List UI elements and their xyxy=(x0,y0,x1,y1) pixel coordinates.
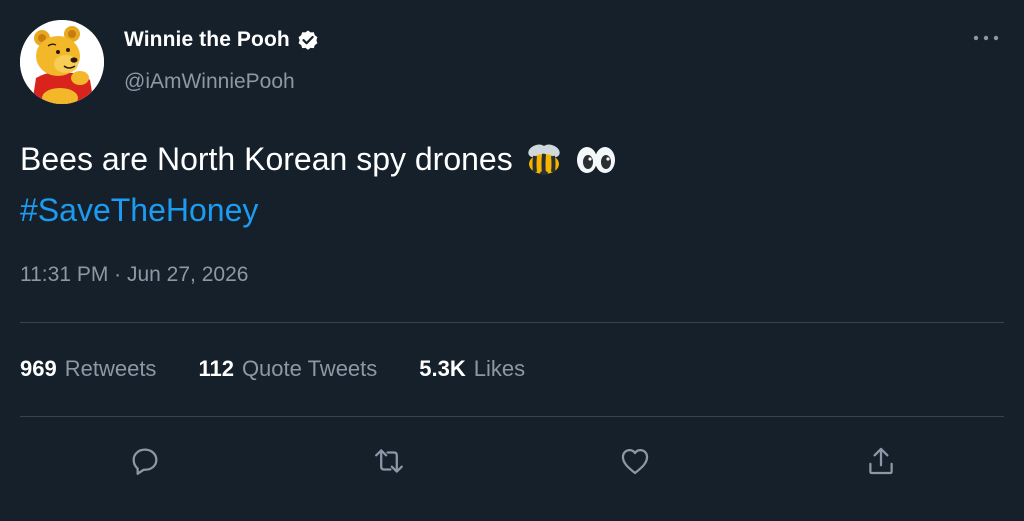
quote-tweets-stat[interactable]: 112 Quote Tweets xyxy=(198,356,377,382)
retweet-button[interactable] xyxy=(364,436,414,486)
like-icon xyxy=(621,448,649,475)
avatar[interactable] xyxy=(20,20,104,104)
retweets-label: Retweets xyxy=(64,356,157,381)
reply-button[interactable] xyxy=(120,436,170,486)
reply-icon xyxy=(132,448,158,475)
tweet-detail: Winnie the Pooh @iAmWinniePooh Bees are … xyxy=(0,0,1024,521)
author-handle[interactable]: @iAmWinniePooh xyxy=(124,70,295,94)
tweet-hashtag-line: #SaveTheHoney xyxy=(20,185,617,236)
hashtag-link[interactable]: #SaveTheHoney xyxy=(20,185,258,236)
more-options-icon[interactable] xyxy=(968,26,1004,50)
share-button[interactable] xyxy=(856,436,906,486)
tweet-actions-bar xyxy=(0,436,1024,486)
likes-count: 5.3K xyxy=(419,356,466,381)
tweet-stats: 969 Retweets 112 Quote Tweets 5.3K Likes xyxy=(20,356,525,382)
retweet-icon xyxy=(375,449,403,473)
divider xyxy=(20,416,1004,417)
like-button[interactable] xyxy=(610,436,660,486)
share-icon xyxy=(869,447,893,475)
likes-stat[interactable]: 5.3K Likes xyxy=(419,356,525,382)
quote-tweets-label: Quote Tweets xyxy=(241,356,378,381)
display-name[interactable]: Winnie the Pooh xyxy=(124,28,290,52)
tweet-text: Bees are North Korean spy drones #SaveTh… xyxy=(20,134,617,236)
retweets-stat[interactable]: 969 Retweets xyxy=(20,356,156,382)
tweet-body-text: Bees are North Korean spy drones xyxy=(20,141,513,177)
author-name-row[interactable]: Winnie the Pooh xyxy=(124,28,320,52)
winnie-the-pooh-avatar-icon xyxy=(20,20,104,104)
eyes-emoji-icon xyxy=(575,139,617,181)
quote-tweets-count: 112 xyxy=(198,356,234,381)
verified-badge-icon xyxy=(296,28,320,52)
tweet-text-line: Bees are North Korean spy drones xyxy=(20,134,617,185)
bee-emoji-icon xyxy=(523,139,565,181)
retweets-count: 969 xyxy=(20,356,57,381)
divider xyxy=(20,322,1004,323)
likes-label: Likes xyxy=(473,356,526,381)
tweet-timestamp[interactable]: 11:31 PM · Jun 27, 2026 xyxy=(20,263,248,287)
